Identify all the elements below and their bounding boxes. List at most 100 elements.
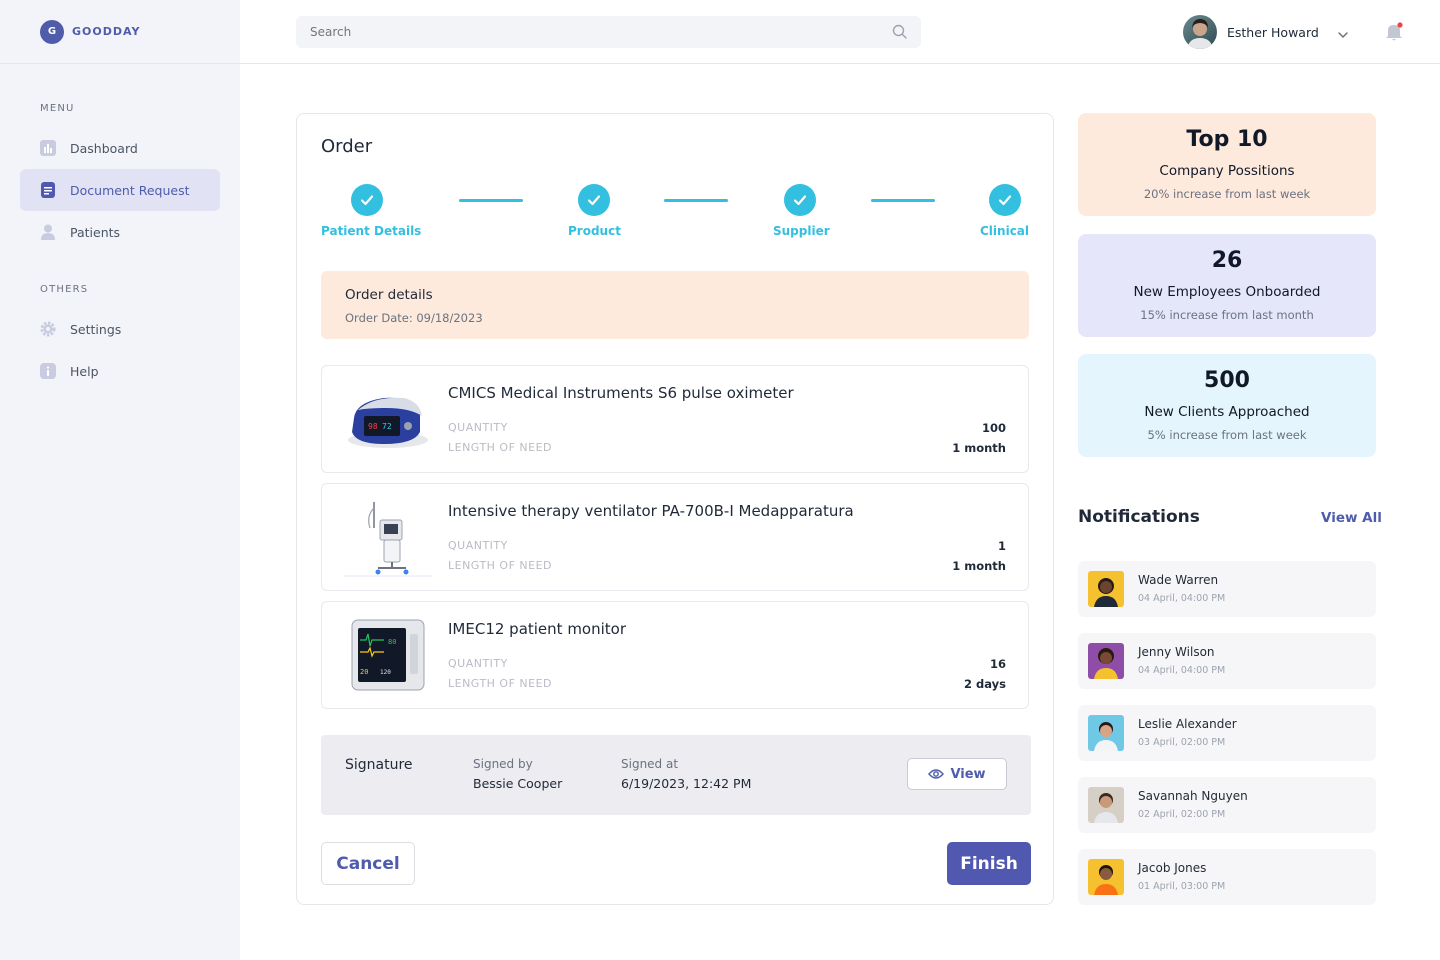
bell-icon[interactable] xyxy=(1385,22,1403,46)
quantity-label: QUANTITY xyxy=(448,421,508,434)
product-name: Intensive therapy ventilator PA-700B-I M… xyxy=(448,502,854,520)
sidebar-item-patients[interactable]: Patients xyxy=(20,211,220,253)
notification-name: Savannah Nguyen xyxy=(1138,789,1248,803)
check-icon xyxy=(998,195,1012,206)
step-supplier[interactable] xyxy=(784,184,816,216)
check-icon xyxy=(587,195,601,206)
step-clinical[interactable] xyxy=(989,184,1021,216)
svg-text:80: 80 xyxy=(388,638,396,646)
notification-item[interactable]: Jacob Jones 01 April, 03:00 PM xyxy=(1078,849,1376,905)
notification-item[interactable]: Savannah Nguyen 02 April, 02:00 PM xyxy=(1078,777,1376,833)
top-bar: Esther Howard xyxy=(240,0,1440,64)
order-details-title: Order details xyxy=(345,287,433,303)
product-item[interactable]: Intensive therapy ventilator PA-700B-I M… xyxy=(321,483,1029,591)
step-connector xyxy=(664,199,728,202)
patient-monitor-image: 80 20 120 xyxy=(344,616,432,696)
notification-time: 04 April, 04:00 PM xyxy=(1138,593,1226,604)
avatar xyxy=(1088,643,1124,679)
view-signature-button[interactable]: View xyxy=(907,758,1007,790)
product-name: CMICS Medical Instruments S6 pulse oxime… xyxy=(448,384,794,402)
signed-at-value: 6/19/2023, 12:42 PM xyxy=(621,776,752,791)
pulse-oximeter-image: 98 72 xyxy=(344,380,432,460)
logo-badge: G xyxy=(40,19,64,44)
avatar xyxy=(1088,859,1124,895)
check-icon xyxy=(360,195,374,206)
stat-subtext: 15% increase from last month xyxy=(1140,308,1314,322)
svg-text:98: 98 xyxy=(368,422,378,431)
sidebar-item-label: Patients xyxy=(70,224,121,240)
order-title: Order xyxy=(321,136,373,157)
product-name: IMEC12 patient monitor xyxy=(448,620,627,638)
search-input[interactable] xyxy=(296,16,921,48)
notification-item[interactable]: Wade Warren 04 April, 04:00 PM xyxy=(1078,561,1376,617)
notification-name: Jenny Wilson xyxy=(1138,645,1215,659)
logo[interactable]: G GOODDAY xyxy=(0,0,240,64)
signed-at-label: Signed at xyxy=(621,757,679,771)
signed-by-label: Signed by xyxy=(473,757,533,771)
notifications-title: Notifications xyxy=(1078,507,1200,527)
menu-heading: MENU xyxy=(40,103,75,114)
signature-panel: Signature Signed by Bessie Cooper Signed… xyxy=(321,735,1031,815)
stat-value: Top 10 xyxy=(1186,127,1268,152)
order-date: Order Date: 09/18/2023 xyxy=(345,311,483,325)
notification-name: Wade Warren xyxy=(1138,573,1219,587)
avatar xyxy=(1088,787,1124,823)
quantity-label: QUANTITY xyxy=(448,539,508,552)
sidebar-item-help[interactable]: Help xyxy=(20,350,220,392)
sidebar: G GOODDAY MENU Dashboard Document Reques… xyxy=(0,0,240,960)
sidebar-item-document-request[interactable]: Document Request xyxy=(20,169,220,211)
avatar xyxy=(1088,571,1124,607)
step-label[interactable]: Clinical xyxy=(980,224,1029,238)
step-product[interactable] xyxy=(578,184,610,216)
stat-value: 26 xyxy=(1211,248,1243,273)
view-label: View xyxy=(950,766,986,782)
notification-name: Jacob Jones xyxy=(1138,861,1207,875)
stat-card-company-positions: Top 10 Company Possitions 20% increase f… xyxy=(1078,113,1376,216)
document-icon xyxy=(40,182,56,198)
stat-subtext: 5% increase from last week xyxy=(1147,428,1307,442)
chart-icon xyxy=(40,140,56,156)
length-of-need-value: 1 month xyxy=(952,441,1006,455)
info-icon xyxy=(40,363,56,379)
step-label[interactable]: Supplier xyxy=(773,224,830,238)
notification-item[interactable]: Jenny Wilson 04 April, 04:00 PM xyxy=(1078,633,1376,689)
stat-label: New Clients Approached xyxy=(1144,404,1310,420)
quantity-value: 1 xyxy=(997,539,1006,553)
app-name: GOODDAY xyxy=(72,25,141,38)
sidebar-item-label: Settings xyxy=(70,321,122,337)
sidebar-item-dashboard[interactable]: Dashboard xyxy=(20,127,220,169)
gear-icon xyxy=(40,321,56,337)
notification-time: 01 April, 03:00 PM xyxy=(1138,881,1226,892)
notification-name: Leslie Alexander xyxy=(1138,717,1237,731)
notification-item[interactable]: Leslie Alexander 03 April, 02:00 PM xyxy=(1078,705,1376,761)
sidebar-item-label: Help xyxy=(70,363,99,379)
chevron-down-icon[interactable] xyxy=(1337,26,1349,45)
quantity-value: 16 xyxy=(989,657,1006,671)
signed-by-value: Bessie Cooper xyxy=(473,776,563,791)
notification-time: 02 April, 02:00 PM xyxy=(1138,809,1226,820)
sidebar-item-label: Dashboard xyxy=(70,140,138,156)
length-of-need-label: LENGTH OF NEED xyxy=(448,559,553,572)
search-icon[interactable] xyxy=(892,24,908,44)
ventilator-image xyxy=(344,498,432,578)
sidebar-item-settings[interactable]: Settings xyxy=(20,308,220,350)
step-label[interactable]: Patient Details xyxy=(321,224,421,238)
eye-icon xyxy=(928,769,945,779)
stat-label: New Employees Onboarded xyxy=(1133,284,1321,300)
avatar[interactable] xyxy=(1183,15,1217,49)
user-name[interactable]: Esther Howard xyxy=(1227,25,1319,40)
finish-button[interactable]: Finish xyxy=(947,842,1031,885)
stat-label: Company Possitions xyxy=(1159,163,1295,179)
cancel-button[interactable]: Cancel xyxy=(321,842,415,885)
step-connector xyxy=(871,199,935,202)
view-all-link[interactable]: View All xyxy=(1321,510,1382,526)
notification-time: 04 April, 04:00 PM xyxy=(1138,665,1226,676)
quantity-value: 100 xyxy=(981,421,1006,435)
stat-value: 500 xyxy=(1204,368,1250,393)
step-patient-details[interactable] xyxy=(351,184,383,216)
product-item[interactable]: 98 72 CMICS Medical Instruments S6 pulse… xyxy=(321,365,1029,473)
svg-text:20: 20 xyxy=(360,668,368,676)
step-label[interactable]: Product xyxy=(568,224,621,238)
product-item[interactable]: 80 20 120 IMEC12 patient monitor QUANTIT… xyxy=(321,601,1029,709)
avatar xyxy=(1088,715,1124,751)
